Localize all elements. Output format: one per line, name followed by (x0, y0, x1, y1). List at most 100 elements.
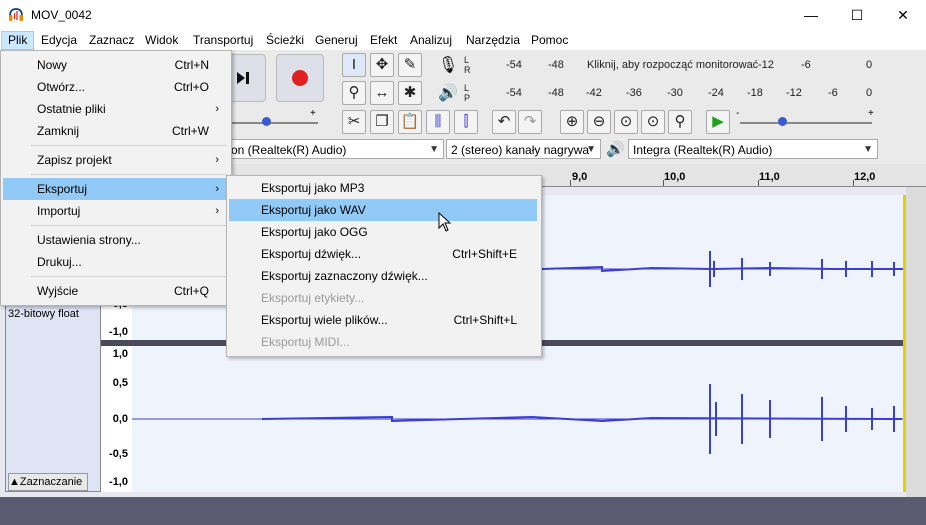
asterisk-icon: ✱ (403, 84, 417, 101)
menu-efekt[interactable]: Efekt (364, 32, 403, 49)
trim-button[interactable]: ⫼ (426, 110, 450, 134)
fit-selection-button[interactable]: ⊙ (614, 110, 638, 134)
track-bitdepth-label: 32-bitowy float (8, 308, 79, 320)
redo-button[interactable]: ↷ (518, 110, 542, 134)
selection-tool-button[interactable]: I (342, 53, 366, 77)
menu-bar: Plik Edycja Zaznacz Widok Transportuj Śc… (0, 30, 926, 50)
copy-button[interactable]: ❐ (370, 110, 394, 134)
paste-button[interactable]: 📋 (398, 110, 422, 134)
ibeam-icon: I (351, 56, 357, 73)
silence-button[interactable]: ⫿ (454, 110, 478, 134)
gain-slider-thumb[interactable] (262, 117, 271, 126)
menu-separator (31, 174, 227, 175)
fit-project-icon: ⊙ (646, 113, 660, 130)
double-arrow-icon: ↔ (374, 84, 390, 101)
menu-sciezki[interactable]: Ścieżki (260, 32, 310, 49)
menu-item-export-audio[interactable]: Eksportuj dźwięk... Ctrl+Shift+E (229, 243, 537, 265)
menu-item-export-wav[interactable]: Eksportuj jako WAV (229, 199, 537, 221)
play-icon: ▶ (712, 113, 724, 130)
zoom-toggle-icon: ⚲ (674, 113, 686, 130)
ruler-tick: 9,0 (572, 171, 588, 183)
collapse-icon: ▲ (9, 476, 20, 488)
clipboard-icon: 📋 (400, 113, 420, 130)
microphone-icon[interactable]: 🎙 (438, 55, 458, 75)
cut-button[interactable]: ✂ (342, 110, 366, 134)
speaker-icon[interactable]: 🔊 (438, 83, 458, 103)
menu-analizuj[interactable]: Analizuj (404, 32, 458, 49)
menu-item-otworz[interactable]: Otwórz... Ctrl+O (3, 76, 227, 98)
amplitude-ruler-right: 1,0 0,5 0,0 -0,5 -1,0 (101, 346, 133, 492)
menu-narzedzia[interactable]: Narzędzia (460, 32, 526, 49)
waveform-right (132, 384, 903, 454)
select-track-button[interactable]: ▲Zaznaczanie (8, 473, 88, 491)
waveform-right-channel[interactable] (132, 346, 903, 492)
close-button[interactable]: ✕ (880, 0, 926, 30)
record-meter[interactable]: L R -54 -48 Kliknij, aby rozpocząć monit… (462, 55, 882, 75)
menu-item-ostatnie-pliki[interactable]: Ostatnie pliki › (3, 98, 227, 120)
menu-item-zamknij[interactable]: Zamknij Ctrl+W (3, 120, 227, 142)
chevron-down-icon: ▼ (863, 144, 873, 155)
menu-item-export-mp3[interactable]: Eksportuj jako MP3 (229, 177, 537, 199)
playback-device-select[interactable]: Integra (Realtek(R) Audio) ▼ (628, 139, 878, 159)
play-speed-slider[interactable]: - + (736, 108, 876, 130)
menu-widok[interactable]: Widok (139, 32, 184, 49)
menu-item-importuj[interactable]: Importuj › (3, 200, 227, 222)
menu-item-ustawienia-strony[interactable]: Ustawienia strony... (3, 229, 227, 251)
trim-icon: ⫼ (434, 113, 442, 130)
menu-zaznacz[interactable]: Zaznacz (83, 32, 140, 49)
play-at-speed-button[interactable]: ▶ (706, 110, 730, 134)
mouse-cursor-icon (438, 212, 452, 232)
chevron-right-icon: › (215, 183, 219, 195)
multi-tool-button[interactable]: ✱ (398, 81, 422, 105)
timeshift-tool-button[interactable]: ↔ (370, 81, 394, 105)
undo-icon: ↶ (497, 113, 511, 130)
menu-edycja[interactable]: Edycja (35, 32, 83, 49)
zoom-tool-button[interactable]: ⚲ (342, 81, 366, 105)
speaker-icon: 🔊 (606, 141, 625, 158)
menu-item-export-multiple[interactable]: Eksportuj wiele plików... Ctrl+Shift+L (229, 309, 537, 331)
menu-item-export-ogg[interactable]: Eksportuj jako OGG (229, 221, 537, 243)
menu-item-nowy[interactable]: Nowy Ctrl+N (3, 54, 227, 76)
menu-item-export-midi: Eksportuj MIDI... (261, 335, 350, 349)
title-bar: MOV_0042 — ☐ ✕ (0, 0, 926, 30)
envelope-tool-button[interactable]: ✥ (370, 53, 394, 77)
fit-project-button[interactable]: ⊙ (641, 110, 665, 134)
zoom-in-button[interactable]: ⊕ (560, 110, 584, 134)
recording-device-select[interactable]: on (Realtek(R) Audio) ▼ (226, 139, 444, 159)
menu-item-export-labels: Eksportuj etykiety... (261, 291, 365, 305)
menu-item-wyjscie[interactable]: Wyjście Ctrl+Q (3, 280, 227, 302)
menu-item-eksportuj[interactable]: Eksportuj › (3, 178, 227, 200)
ruler-tick: 11,0 (759, 171, 780, 183)
menu-transportuj[interactable]: Transportuj (187, 32, 259, 49)
fit-selection-icon: ⊙ (619, 113, 633, 130)
play-speed-thumb[interactable] (778, 117, 787, 126)
playback-meter[interactable]: L P -54 -48 -42 -36 -30 -24 -18 -12 -6 0 (462, 83, 882, 103)
menu-item-drukuj[interactable]: Drukuj... (3, 251, 227, 273)
maximize-button[interactable]: ☐ (834, 0, 880, 30)
undo-button[interactable]: ↶ (492, 110, 516, 134)
vertical-scrollbar[interactable] (906, 187, 926, 497)
menu-pomoc[interactable]: Pomoc (525, 32, 574, 49)
menu-plik[interactable]: Plik (1, 31, 35, 50)
file-menu-popup: Nowy Ctrl+N Otwórz... Ctrl+O Ostatnie plik… (0, 50, 232, 306)
chevron-right-icon: › (215, 205, 219, 217)
draw-tool-button[interactable]: ✎ (398, 53, 422, 77)
gain-slider[interactable]: + (230, 108, 320, 130)
export-submenu-popup: Eksportuj jako MP3 Eksportuj jako WAV Ek… (226, 175, 542, 357)
scissors-icon: ✂ (347, 113, 361, 130)
zoom-toggle-button[interactable]: ⚲ (668, 110, 692, 134)
minimize-button[interactable]: — (788, 0, 834, 30)
record-button[interactable] (276, 54, 324, 102)
chevron-down-icon: ▼ (586, 144, 596, 155)
channels-select[interactable]: 2 (stereo) kanały nagrywa ▼ (446, 139, 601, 159)
menu-item-zapisz-projekt[interactable]: Zapisz projekt › (3, 149, 227, 171)
chevron-down-icon: ▼ (429, 144, 439, 155)
zoom-out-button[interactable]: ⊖ (587, 110, 611, 134)
pencil-icon: ✎ (403, 56, 417, 73)
magnifier-icon: ⚲ (348, 84, 360, 101)
copy-icon: ❐ (375, 113, 389, 130)
window-title: MOV_0042 (31, 8, 92, 22)
menu-generuj[interactable]: Generuj (309, 32, 364, 49)
menu-item-export-selected[interactable]: Eksportuj zaznaczony dźwięk... (229, 265, 537, 287)
zoom-in-icon: ⊕ (565, 113, 579, 130)
